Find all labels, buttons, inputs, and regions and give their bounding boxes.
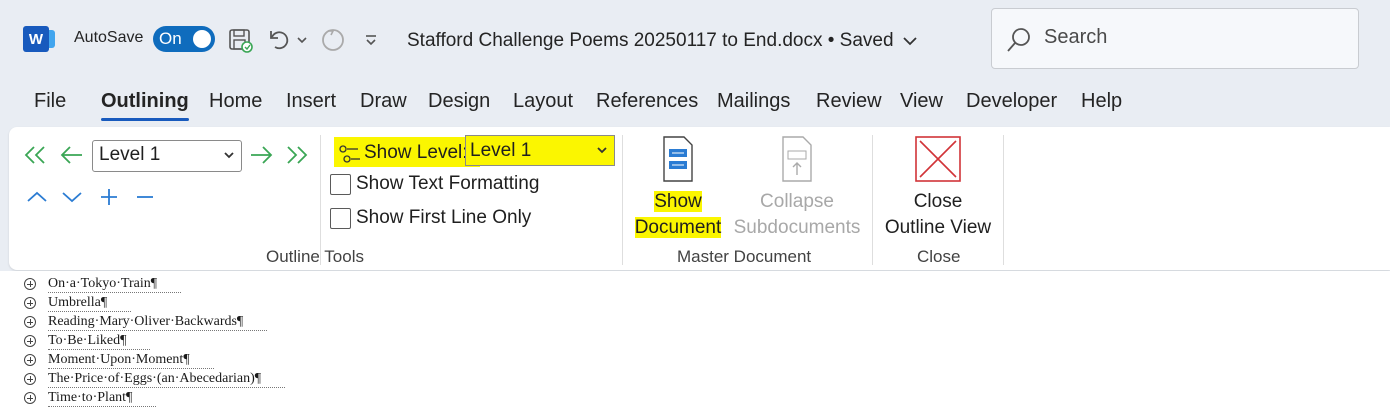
collapse-subdocuments-button[interactable]: Collapse Subdocuments [730, 135, 864, 241]
toggle-knob [193, 30, 211, 48]
collapse-subdocuments-label-2: Subdocuments [733, 217, 861, 238]
document-title[interactable]: Stafford Challenge Poems 20250117 to End… [407, 30, 919, 52]
chevron-up-icon [27, 191, 47, 202]
demote-to-body-text-button[interactable] [281, 140, 311, 170]
expand-plus-icon[interactable] [24, 316, 36, 328]
plus-icon [101, 189, 117, 205]
show-document-label-1: Show [654, 191, 702, 212]
tab-outlining[interactable]: Outlining [101, 90, 189, 121]
show-level-text: Show Level: [364, 142, 468, 163]
save-icon[interactable] [226, 26, 254, 54]
outline-item-text: The·Price·of·Eggs·(an·Abecedarian)¶ [48, 371, 286, 388]
tab-design[interactable]: Design [428, 90, 490, 113]
demote-button[interactable] [246, 140, 276, 170]
collapse-subdocuments-icon [782, 136, 812, 182]
group-separator [1003, 135, 1004, 265]
tab-draw[interactable]: Draw [360, 90, 407, 113]
close-label-2: Outline View [884, 217, 992, 238]
outline-item-text: Time·to·Plant¶ [48, 390, 157, 407]
outline-item-text: Umbrella¶ [48, 295, 132, 312]
tab-file[interactable]: File [34, 90, 66, 113]
expand-plus-icon[interactable] [24, 392, 36, 404]
expand-plus-icon[interactable] [24, 373, 36, 385]
word-logo: W [23, 26, 55, 52]
outline-level-value: Level 1 [99, 144, 161, 165]
chevron-down-icon [597, 147, 607, 154]
close-icon [915, 136, 961, 182]
autosave-state: On [159, 29, 182, 48]
document-title-text: Stafford Challenge Poems 20250117 to End… [407, 30, 894, 51]
show-document-label-2: Document [634, 217, 722, 238]
tab-insert[interactable]: Insert [286, 90, 336, 113]
close-group-label: Close [917, 247, 961, 266]
group-separator [872, 135, 873, 265]
tab-view[interactable]: View [900, 90, 943, 113]
outline-item-text: Moment·Upon·Moment¶ [48, 352, 214, 369]
autosave-label: AutoSave [74, 29, 144, 46]
minus-icon [137, 196, 153, 198]
show-first-line-only-label: Show First Line Only [356, 207, 532, 228]
show-text-formatting-label: Show Text Formatting [356, 173, 540, 194]
outline-item-text: Reading·Mary·Oliver·Backwards¶ [48, 314, 268, 331]
autosave-toggle[interactable]: On [153, 26, 215, 52]
tab-mailings[interactable]: Mailings [717, 90, 790, 113]
group-separator [622, 135, 623, 265]
show-level-value: Level 1 [470, 140, 532, 161]
show-level-select[interactable]: Level 1 [465, 135, 615, 166]
promote-button[interactable] [57, 140, 87, 170]
title-bar: W AutoSave On Stafford Challenge Poems 2… [0, 0, 1390, 82]
master-document-icon [663, 136, 693, 182]
close-label-1: Close [913, 191, 963, 212]
tab-home[interactable]: Home [209, 90, 262, 113]
tab-layout[interactable]: Layout [513, 90, 573, 113]
search-box[interactable]: Search [991, 8, 1359, 69]
customize-toolbar-icon[interactable] [357, 26, 385, 54]
redo-icon[interactable] [319, 26, 347, 54]
expand-plus-icon[interactable] [24, 278, 36, 290]
left-arrow-icon [60, 146, 82, 164]
master-document-group-label: Master Document [677, 247, 812, 266]
expand-plus-icon[interactable] [24, 335, 36, 347]
ribbon-panel: Level 1 Show Level: Level 1 Show Text Fo… [9, 127, 1390, 270]
chevron-down-icon [224, 152, 234, 159]
right-arrow-icon [251, 146, 273, 164]
tab-review[interactable]: Review [816, 90, 882, 113]
group-separator [320, 135, 321, 265]
expand-plus-icon[interactable] [24, 354, 36, 366]
outline-tools-group-label: Outline Tools [266, 247, 364, 266]
outline-item-text: To·Be·Liked¶ [48, 333, 151, 350]
move-up-button[interactable] [22, 182, 52, 212]
show-first-line-only-checkbox[interactable] [330, 208, 351, 229]
search-placeholder: Search [1044, 26, 1108, 48]
tab-developer[interactable]: Developer [966, 90, 1057, 113]
expand-plus-icon[interactable] [24, 297, 36, 309]
double-right-arrow-icon [287, 146, 308, 164]
promote-to-heading1-button[interactable] [21, 140, 51, 170]
chevron-down-icon [903, 37, 917, 46]
show-text-formatting-checkbox[interactable] [330, 174, 351, 195]
undo-icon[interactable] [265, 26, 293, 54]
show-level-icon [339, 145, 360, 163]
collapse-button[interactable] [130, 182, 160, 212]
double-left-arrow-icon [24, 146, 45, 164]
expand-button[interactable] [94, 182, 124, 212]
tab-references[interactable]: References [596, 90, 698, 113]
outline-level-select[interactable]: Level 1 [92, 140, 242, 172]
search-icon [1007, 28, 1030, 52]
close-outline-view-button[interactable]: Close Outline View [879, 135, 997, 241]
chevron-down-icon [62, 192, 82, 203]
tab-help[interactable]: Help [1081, 90, 1122, 113]
undo-dropdown-chevron-down-icon[interactable] [292, 26, 312, 54]
outline-item-text: On·a·Tokyo·Train¶ [48, 276, 182, 293]
ribbon-tabs: File Outlining Home Insert Draw Design L… [0, 90, 1390, 124]
show-level-label: Show Level: [334, 137, 480, 167]
collapse-subdocuments-label-1: Collapse [760, 191, 834, 212]
document-area[interactable]: On·a·Tokyo·Train¶ Umbrella¶ Reading·Mary… [0, 271, 1390, 411]
move-down-button[interactable] [57, 182, 87, 212]
show-document-button[interactable]: Show Document [631, 135, 725, 241]
